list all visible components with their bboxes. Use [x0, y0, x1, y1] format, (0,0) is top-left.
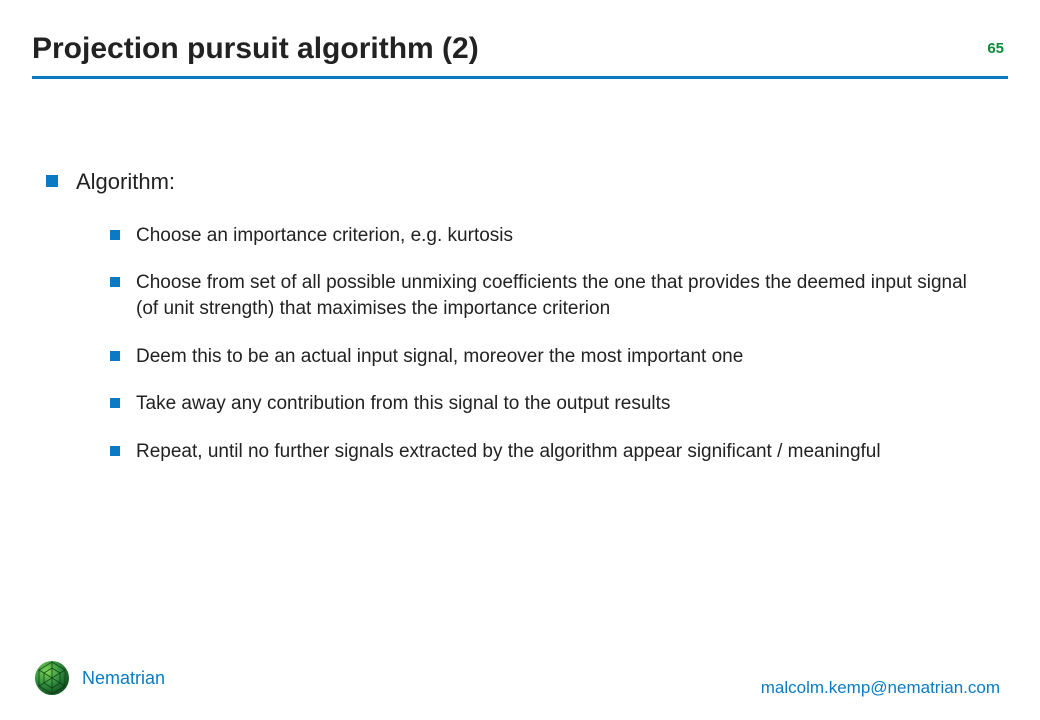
- bullet-list-level2: Choose an importance criterion, e.g. kur…: [76, 223, 990, 465]
- footer: Nematrian malcolm.kemp@nematrian.com: [32, 658, 1000, 698]
- list-item: Deem this to be an actual input signal, …: [76, 344, 990, 370]
- list-item-label: Take away any contribution from this sig…: [136, 393, 670, 414]
- list-item-label: Choose from set of all possible unmixing…: [136, 272, 967, 319]
- list-item: Choose an importance criterion, e.g. kur…: [76, 223, 990, 249]
- list-item-label: Algorithm:: [76, 169, 175, 194]
- list-item: Algorithm: Choose an importance criterio…: [42, 168, 990, 464]
- page-number: 65: [987, 40, 1004, 57]
- list-item-label: Deem this to be an actual input signal, …: [136, 346, 743, 367]
- header: Projection pursuit algorithm (2) 65: [32, 32, 1008, 79]
- brand-name: Nematrian: [82, 668, 165, 689]
- list-item-label: Repeat, until no further signals extract…: [136, 441, 881, 462]
- title-rule: [32, 76, 1008, 79]
- logo-icon: [32, 658, 72, 698]
- brand: Nematrian: [32, 658, 165, 698]
- contact-email: malcolm.kemp@nematrian.com: [761, 678, 1000, 698]
- list-item: Choose from set of all possible unmixing…: [76, 270, 990, 321]
- list-item-label: Choose an importance criterion, e.g. kur…: [136, 225, 513, 246]
- bullet-list-level1: Algorithm: Choose an importance criterio…: [42, 168, 990, 464]
- list-item: Repeat, until no further signals extract…: [76, 439, 990, 465]
- slide: Projection pursuit algorithm (2) 65 Algo…: [0, 0, 1040, 720]
- page-title: Projection pursuit algorithm (2): [32, 32, 1008, 66]
- body: Algorithm: Choose an importance criterio…: [42, 168, 990, 490]
- list-item: Take away any contribution from this sig…: [76, 391, 990, 417]
